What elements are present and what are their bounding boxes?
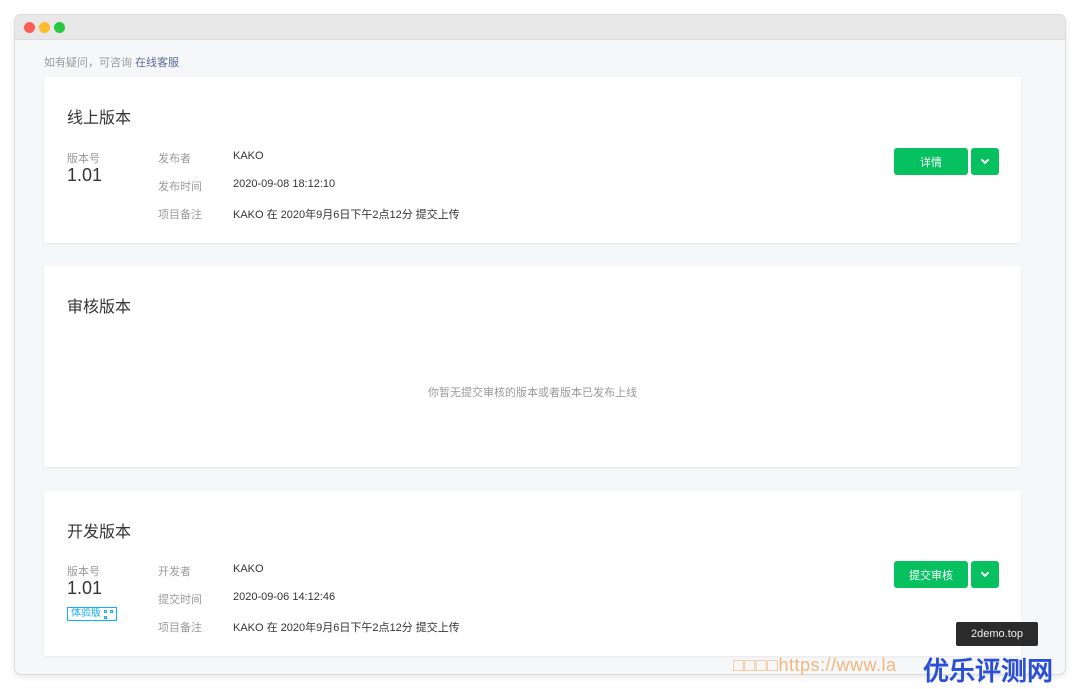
help-text: 如有疑问，可咨询 在线客服 [44, 54, 179, 70]
dev-version-title: 开发版本 [67, 524, 132, 541]
close-window-button[interactable] [24, 22, 35, 33]
dev-version-info: 版本号 1.01 体验版 [67, 563, 117, 621]
publish-time-label: 发布时间 [158, 181, 202, 193]
watermark-brand: 优乐评测网 [923, 656, 1054, 686]
developer-value: KAKO [233, 563, 264, 575]
watermark-url: □□□□https://www.la [733, 655, 897, 675]
title-bar [15, 15, 1065, 40]
chevron-down-icon [980, 568, 990, 578]
review-empty-text: 你暂无提交审核的版本或者版本已发布上线 [428, 387, 637, 399]
dev-version-card: 开发版本 版本号 1.01 体验版 开发者 KAKO 提交时间 2020-09-… [44, 491, 1021, 656]
online-more-dropdown[interactable] [971, 148, 999, 175]
online-actions: 详情 [894, 148, 999, 175]
online-version-title: 线上版本 [67, 110, 132, 127]
remark-value: KAKO 在 2020年9月6日下午2点12分 提交上传 [233, 622, 460, 634]
dev-actions: 提交审核 [894, 561, 999, 588]
review-version-title: 审核版本 [67, 299, 132, 316]
qrcode-icon [104, 609, 113, 619]
help-prefix: 如有疑问，可咨询 [44, 57, 136, 69]
online-version-info: 版本号 1.01 [67, 150, 102, 185]
remark-label: 项目备注 [158, 622, 202, 634]
version-number: 1.01 [67, 165, 103, 185]
trial-version-tag[interactable]: 体验版 [67, 607, 117, 621]
publisher-value: KAKO [233, 150, 264, 162]
version-label: 版本号 [67, 566, 100, 578]
minimize-window-button[interactable] [39, 22, 50, 33]
submit-review-button[interactable]: 提交审核 [894, 561, 968, 588]
dev-more-dropdown[interactable] [971, 561, 999, 588]
remark-label: 项目备注 [158, 209, 202, 221]
trial-version-label: 体验版 [71, 608, 101, 619]
version-label: 版本号 [67, 153, 100, 165]
details-button[interactable]: 详情 [894, 148, 968, 175]
developer-label: 开发者 [158, 566, 191, 578]
publisher-label: 发布者 [158, 153, 191, 165]
online-support-link[interactable]: 在线客服 [135, 57, 179, 69]
app-window: 如有疑问，可咨询 在线客服 线上版本 版本号 1.01 发布者 KAKO 发布时… [15, 15, 1065, 674]
chevron-down-icon [980, 155, 990, 165]
submit-time-label: 提交时间 [158, 594, 202, 606]
online-version-card: 线上版本 版本号 1.01 发布者 KAKO 发布时间 2020-09-08 1… [44, 77, 1021, 243]
remark-value: KAKO 在 2020年9月6日下午2点12分 提交上传 [233, 209, 460, 221]
maximize-window-button[interactable] [54, 22, 65, 33]
version-number: 1.01 [67, 578, 103, 598]
submit-time-value: 2020-09-06 14:12:46 [233, 591, 336, 603]
tooltip: 2demo.top [956, 622, 1038, 646]
review-version-card: 审核版本 你暂无提交审核的版本或者版本已发布上线 [44, 266, 1021, 467]
publish-time-value: 2020-09-08 18:12:10 [233, 178, 336, 190]
